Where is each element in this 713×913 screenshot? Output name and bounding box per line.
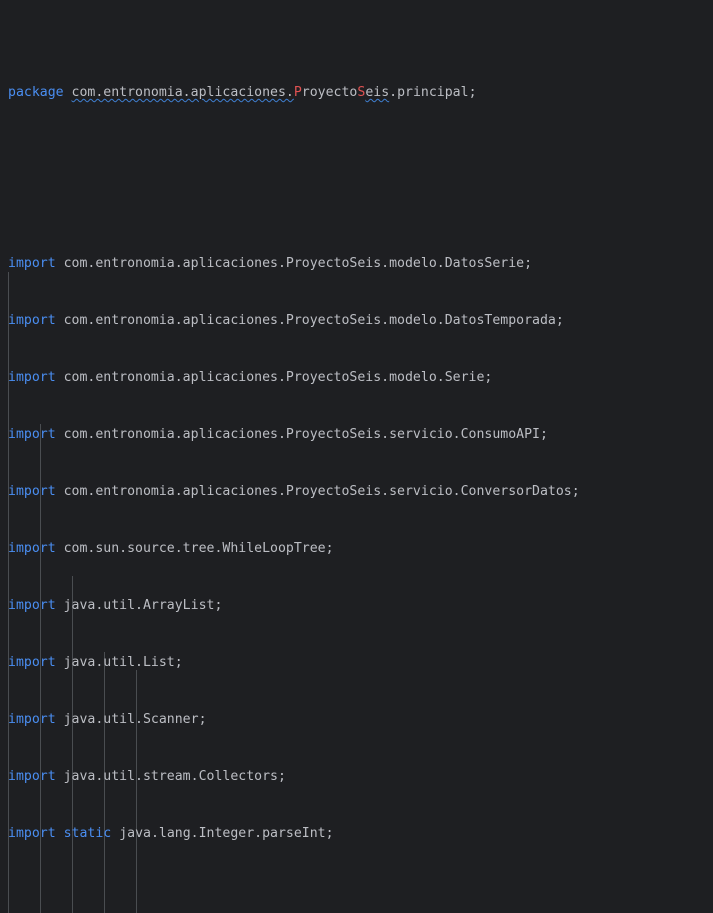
- package-path-a: com.entronomia.aplicaciones.: [71, 85, 294, 100]
- import-path: com.entronomia.aplicaciones.ProyectoSeis…: [63, 484, 572, 499]
- keyword-import: import: [8, 655, 56, 670]
- code-line-import-3: import com.entronomia.aplicaciones.Proye…: [8, 427, 548, 442]
- code-line-import-9: import java.util.stream.Collectors;: [8, 769, 286, 784]
- code-line-import-10: import static java.lang.Integer.parseInt…: [8, 826, 334, 841]
- code-editor[interactable]: package com.entronomia.aplicaciones.Proy…: [0, 0, 713, 913]
- import-path: com.entronomia.aplicaciones.ProyectoSeis…: [63, 256, 525, 271]
- package-seg-royecto: royecto: [301, 85, 358, 100]
- code-line-import-2: import com.entronomia.aplicaciones.Proye…: [8, 370, 493, 385]
- import-path: com.sun.source.tree.WhileLoopTree: [63, 541, 326, 556]
- import-path: java.util.ArrayList: [63, 598, 215, 613]
- keyword-import: import: [8, 541, 56, 556]
- keyword-import: import: [8, 484, 56, 499]
- keyword-package: package: [8, 85, 64, 100]
- import-path: java.util.List: [63, 655, 175, 670]
- keyword-import: import: [8, 427, 56, 442]
- keyword-import: import: [8, 598, 56, 613]
- code-content[interactable]: package com.entronomia.aplicaciones.Proy…: [0, 0, 580, 913]
- keyword-import: import: [8, 712, 56, 727]
- code-line-import-1: import com.entronomia.aplicaciones.Proye…: [8, 313, 564, 328]
- package-typo-p: P: [293, 85, 302, 100]
- package-seg-principal: .principal: [389, 85, 469, 100]
- import-path: com.entronomia.aplicaciones.ProyectoSeis…: [63, 313, 556, 328]
- import-path: java.util.Scanner: [63, 712, 199, 727]
- code-line-import-8: import java.util.Scanner;: [8, 712, 207, 727]
- import-path: com.entronomia.aplicaciones.ProyectoSeis…: [63, 427, 540, 442]
- keyword-import: import: [8, 256, 56, 271]
- keyword-static: static: [63, 826, 112, 841]
- keyword-import: import: [8, 826, 56, 841]
- import-path: com.entronomia.aplicaciones.ProyectoSeis…: [63, 370, 485, 385]
- code-line-import-6: import java.util.ArrayList;: [8, 598, 223, 613]
- package-seg-eis: eis: [365, 85, 390, 100]
- keyword-import: import: [8, 769, 56, 784]
- code-line-import-7: import java.util.List;: [8, 655, 183, 670]
- code-line-import-4: import com.entronomia.aplicaciones.Proye…: [8, 484, 580, 499]
- keyword-import: import: [8, 313, 56, 328]
- keyword-import: import: [8, 370, 56, 385]
- import-path: java.util.stream.Collectors: [63, 769, 278, 784]
- code-line-import-5: import com.sun.source.tree.WhileLoopTree…: [8, 541, 334, 556]
- code-line-package: package com.entronomia.aplicaciones.Proy…: [8, 85, 477, 100]
- code-line-import-0: import com.entronomia.aplicaciones.Proye…: [8, 256, 533, 271]
- import-path: java.lang.Integer.parseInt: [119, 826, 326, 841]
